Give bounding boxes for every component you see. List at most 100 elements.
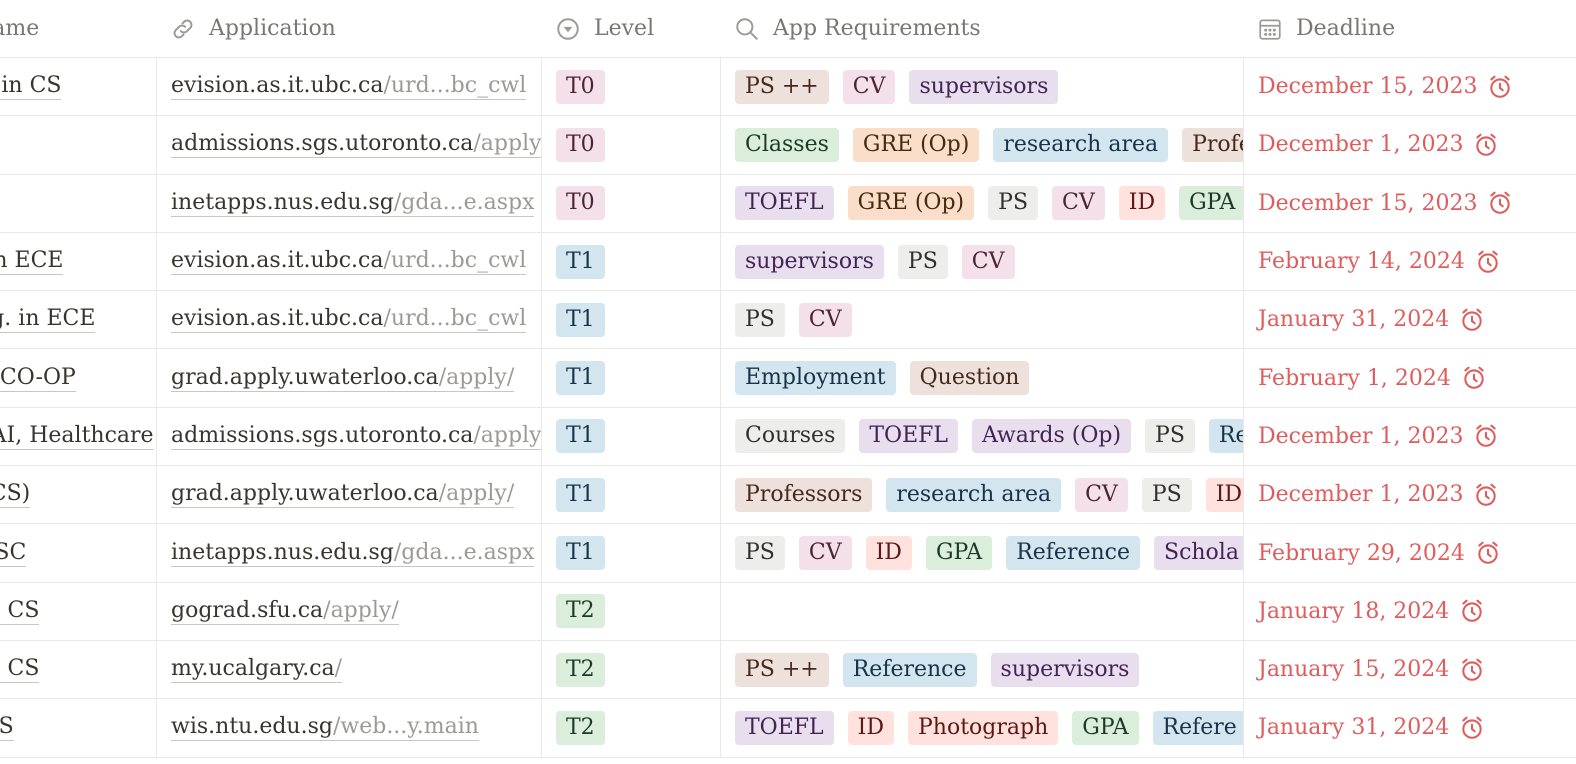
requirements-cell[interactable]: PS ++ CV supervisors [720, 58, 1243, 116]
application-link[interactable]: inetapps.nus.edu.sg/gda...e.aspx [171, 189, 535, 217]
name-cell[interactable]: CE CO-OP [0, 349, 156, 406]
name-cell[interactable]: c. in ECE [0, 233, 156, 290]
table-row[interactable]: admissions.sgs.utoronto.ca/apply/ T0 Cla… [0, 116, 1576, 175]
application-cell[interactable]: grad.apply.uwaterloo.ca/apply/ [156, 466, 541, 524]
deadline-cell[interactable]: February 1, 2024 [1243, 349, 1576, 407]
application-cell[interactable]: evision.as.it.ubc.ca/urd...bc_cwl [156, 232, 541, 291]
application-cell[interactable]: gograd.sfu.ca/apply/ [156, 582, 541, 640]
deadline-cell[interactable]: January 18, 2024 [1243, 582, 1576, 640]
application-cell[interactable]: inetapps.nus.edu.sg/gda...e.aspx [156, 174, 541, 232]
application-host: inetapps.nus.edu.sg [171, 189, 394, 215]
requirements-cell[interactable]: Employment Question [720, 349, 1243, 407]
table-row[interactable]: c. in ECE evision.as.it.ubc.ca/urd...bc_… [0, 232, 1576, 292]
requirements-cell[interactable]: Courses TOEFL Awards (Op) PS Re [720, 407, 1243, 466]
name-cell[interactable]: Sc SC [0, 524, 156, 581]
name-cell[interactable]: CS [0, 175, 156, 232]
level-cell[interactable]: T0 [541, 58, 720, 116]
column-header-application[interactable]: Application [156, 0, 541, 57]
application-cell[interactable]: evision.as.it.ubc.ca/urd...bc_cwl [156, 58, 541, 116]
deadline-cell[interactable]: February 14, 2024 [1243, 232, 1576, 291]
application-host: evision.as.it.ubc.ca [171, 248, 384, 274]
name-cell[interactable]: 3.DS [0, 699, 156, 756]
level-cell[interactable]: T2 [541, 582, 720, 640]
application-link[interactable]: gograd.sfu.ca/apply/ [171, 598, 399, 625]
requirements-cell[interactable]: PS CV [720, 291, 1243, 349]
level-cell[interactable]: T1 [541, 407, 720, 466]
requirements-cell[interactable]: TOEFL ID Photograph GPA Refere [720, 699, 1243, 757]
deadline-cell[interactable]: December 1, 2023 [1243, 116, 1576, 174]
requirements-cell[interactable]: Classes GRE (Op) research area Profe [720, 116, 1243, 174]
name-cell[interactable]: S (AI, Healthcare [0, 408, 156, 465]
deadline-cell[interactable]: December 1, 2023 [1243, 466, 1576, 524]
application-cell[interactable]: grad.apply.uwaterloo.ca/apply/ [156, 349, 541, 407]
table-row[interactable]: Sc SC inetapps.nus.edu.sg/gda...e.aspx T… [0, 524, 1576, 583]
level-cell[interactable]: T2 [541, 640, 720, 699]
application-link[interactable]: grad.apply.uwaterloo.ca/apply/ [171, 481, 515, 509]
deadline-cell[interactable]: January 31, 2024 [1243, 291, 1576, 349]
table-row[interactable]: 3.DS wis.ntu.edu.sg/web...y.main T2 TOEF… [0, 699, 1576, 758]
application-cell[interactable]: wis.ntu.edu.sg/web...y.main [156, 699, 541, 757]
name-cell[interactable]: Sc. in CS [0, 58, 156, 115]
application-cell[interactable]: admissions.sgs.utoronto.ca/apply/ [156, 407, 541, 466]
requirements-cell[interactable]: PS ++ Reference supervisors [720, 640, 1243, 699]
application-link[interactable]: admissions.sgs.utoronto.ca/apply/ [171, 423, 541, 450]
column-header-level[interactable]: Level [541, 0, 720, 57]
requirements-cell[interactable] [720, 582, 1243, 640]
table-row[interactable]: CE CO-OP grad.apply.uwaterloo.ca/apply/ … [0, 349, 1576, 408]
column-header-deadline[interactable]: Deadline [1243, 0, 1576, 57]
application-link[interactable]: wis.ntu.edu.sg/web...y.main [171, 714, 479, 742]
table-row[interactable]: Eng. in ECE evision.as.it.ubc.ca/urd...b… [0, 291, 1576, 350]
application-cell[interactable]: admissions.sgs.utoronto.ca/apply/ [156, 116, 541, 174]
name-cell[interactable]: c in CS [0, 641, 156, 698]
requirements-cell[interactable]: supervisors PS CV [720, 232, 1243, 291]
requirements-cell[interactable]: PS CV ID GPA Reference Schola [720, 524, 1243, 582]
application-link[interactable]: evision.as.it.ubc.ca/urd...bc_cwl [171, 306, 527, 334]
name-cell[interactable]: Eng. in ECE [0, 291, 156, 348]
level-tag: T2 [556, 594, 605, 629]
requirement-tag: CV [798, 302, 852, 337]
application-link[interactable]: admissions.sgs.utoronto.ca/apply/ [171, 131, 541, 159]
level-cell[interactable]: T0 [541, 116, 720, 174]
deadline-cell[interactable]: January 31, 2024 [1243, 699, 1576, 757]
name-cell[interactable]: n (CS) [0, 466, 156, 523]
table-row[interactable]: c in CS my.ucalgary.ca/ T2 PS ++ Referenc… [0, 640, 1576, 700]
deadline-cell[interactable]: December 15, 2023 [1243, 58, 1576, 116]
level-tag: T2 [556, 652, 605, 687]
level-cell[interactable]: T1 [541, 291, 720, 349]
program-name: Sc SC [0, 540, 27, 567]
level-cell[interactable]: T1 [541, 349, 720, 407]
level-cell[interactable]: T1 [541, 466, 720, 524]
column-header-requirements[interactable]: App Requirements [720, 0, 1243, 57]
requirement-tag: TOEFL [859, 419, 959, 454]
table-row[interactable]: S (AI, Healthcare admissions.sgs.utoront… [0, 407, 1576, 467]
name-cell[interactable]: c in CS [0, 583, 156, 640]
application-link[interactable]: my.ucalgary.ca/ [171, 656, 343, 684]
table-row[interactable]: Sc. in CS evision.as.it.ubc.ca/urd...bc_… [0, 58, 1576, 117]
program-name: Sc. in CS [0, 73, 62, 101]
level-cell[interactable]: T2 [541, 699, 720, 757]
application-link[interactable]: grad.apply.uwaterloo.ca/apply/ [171, 365, 515, 392]
level-cell[interactable]: T0 [541, 174, 720, 232]
requirements-cell[interactable]: TOEFL GRE (Op) PS CV ID GPA [720, 174, 1243, 232]
deadline-date: January 18, 2024 [1258, 598, 1450, 624]
link-icon [170, 16, 196, 42]
table-row[interactable]: n (CS) grad.apply.uwaterloo.ca/apply/ T1… [0, 466, 1576, 525]
application-cell[interactable]: my.ucalgary.ca/ [156, 640, 541, 699]
level-cell[interactable]: T1 [541, 524, 720, 582]
level-cell[interactable]: T1 [541, 232, 720, 291]
table-row[interactable]: CS inetapps.nus.edu.sg/gda...e.aspx T0 T… [0, 174, 1576, 233]
deadline-cell[interactable]: February 29, 2024 [1243, 524, 1576, 582]
application-link[interactable]: inetapps.nus.edu.sg/gda...e.aspx [171, 540, 535, 567]
requirement-tag: Re [1208, 419, 1243, 454]
application-cell[interactable]: evision.as.it.ubc.ca/urd...bc_cwl [156, 291, 541, 349]
requirements-cell[interactable]: Professors research area CV PS ID [720, 466, 1243, 524]
deadline-cell[interactable]: December 15, 2023 [1243, 174, 1576, 232]
table-row[interactable]: c in CS gograd.sfu.ca/apply/ T2 January … [0, 582, 1576, 641]
column-header-name[interactable]: Name [0, 0, 156, 57]
deadline-cell[interactable]: January 15, 2024 [1243, 640, 1576, 699]
application-link[interactable]: evision.as.it.ubc.ca/urd...bc_cwl [171, 73, 527, 101]
deadline-cell[interactable]: December 1, 2023 [1243, 407, 1576, 466]
application-cell[interactable]: inetapps.nus.edu.sg/gda...e.aspx [156, 524, 541, 582]
name-cell[interactable] [0, 116, 156, 173]
application-link[interactable]: evision.as.it.ubc.ca/urd...bc_cwl [171, 248, 527, 276]
